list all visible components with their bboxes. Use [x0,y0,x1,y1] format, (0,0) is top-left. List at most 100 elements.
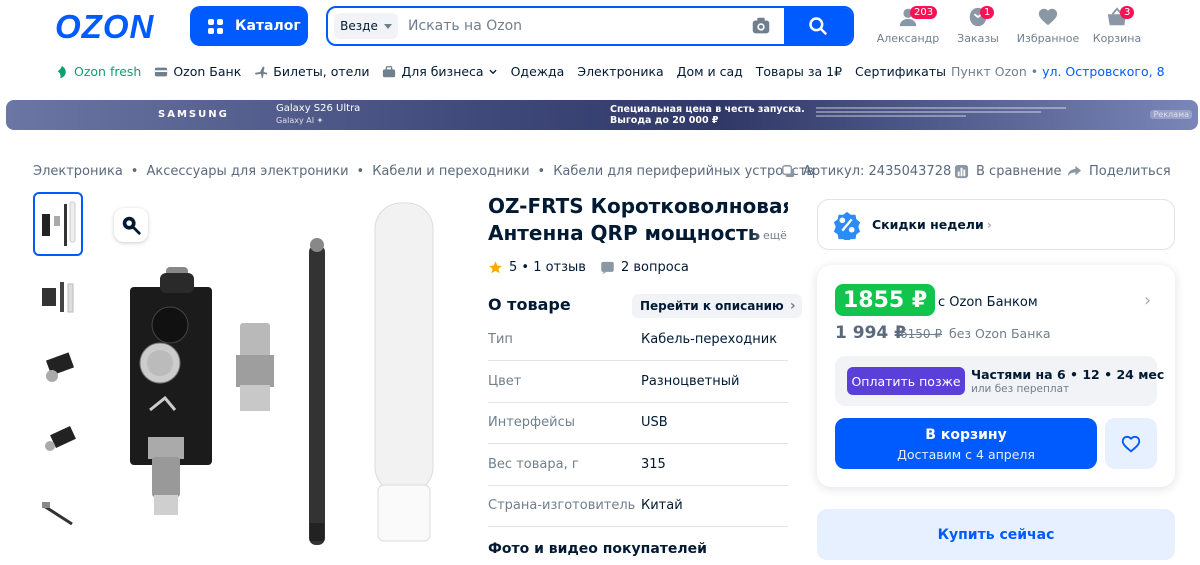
compare-label: В сравнение [976,164,1062,179]
cart-badge: 3 [1120,6,1135,19]
search-bar: Везде [326,6,854,46]
about-heading: О товаре [488,295,571,314]
title-more-link[interactable]: ещё [763,229,787,242]
delivery-date: Доставим с 4 апреля [897,447,1035,462]
image-search-icon [122,216,141,235]
spec-value: USB [641,415,668,430]
nav-item-certificates[interactable]: Сертификаты [855,64,946,79]
ad-banner[interactable]: SAMSUNG Galaxy S26 Ultra Galaxy AI ✦ Спе… [6,100,1198,130]
compare-icon [954,164,969,179]
copy-icon [782,165,795,178]
banner-model-name: Galaxy S26 Ultra [276,103,361,114]
thumbnail[interactable] [33,336,83,400]
breadcrumb-item[interactable]: Аксессуары для электроники [146,164,348,179]
breadcrumb-item[interactable]: Кабели для периферийных устройств [553,164,814,179]
spec-value: Китай [641,498,683,513]
nav-item-clothes[interactable]: Одежда [511,64,565,79]
chevron-down-icon [383,23,392,29]
nav-item-home-garden[interactable]: Дом и сад [677,64,743,79]
search-button[interactable] [784,8,852,44]
spec-value: 315 [641,457,666,472]
nav-item-tickets[interactable]: Билеты, отели [254,64,369,79]
spec-key: Вес товара, г [488,457,579,472]
add-to-favorites-button[interactable] [1105,418,1157,469]
thumbnail[interactable] [33,408,83,472]
share-icon [1067,165,1082,177]
breadcrumb: Электроника • Аксессуары для электроники •… [33,164,815,179]
spec-row: Цвет Разноцветный [488,362,788,403]
spec-row: Страна-изготовитель Китай [488,486,788,527]
pickup-point[interactable]: Пункт Ozon • ул. Островского, 8 [951,64,1165,79]
chevron-right-icon: › [986,217,992,232]
rating-text: 5 • 1 отзыв [509,260,586,275]
ai-search-badge[interactable] [114,208,148,242]
percent-icon [833,211,861,240]
nav-item-electronics[interactable]: Электроника [577,64,663,79]
briefcase-icon [383,65,396,77]
spec-row: Тип Кабель-переходник [488,320,788,361]
heart-icon [1038,8,1058,26]
nav-label: Дом и сад [676,64,743,79]
search-icon [809,17,827,35]
banner-promo-line1: Специальная цена в честь запуска. [610,104,805,115]
search-input[interactable] [398,8,750,44]
nav-item-ozon-bank[interactable]: Ozon Банк [154,64,241,79]
week-discounts-banner[interactable]: Скидки недели › [817,199,1175,250]
pickup-address[interactable]: ул. Островского, 8 [1042,64,1164,79]
breadcrumb-item[interactable]: Электроника [33,164,123,179]
thumbnail[interactable] [33,480,83,544]
thumbnail[interactable] [33,264,83,328]
go-to-description-button[interactable]: Перейти к описанию [632,294,802,318]
spec-value: Разноцветный [641,374,740,389]
cart-link[interactable]: 3 Корзина [1072,6,1162,45]
installments-title: Частями на 6 • 12 • 24 мес [971,367,1165,382]
catalog-button[interactable]: Каталог [190,6,308,46]
banner-fine-print [816,107,1066,117]
top-nav: Ozon fresh Ozon Банк Билеты, отели Для б… [55,64,959,79]
nav-label: Товары за 1₽ [755,64,843,79]
product-main-image[interactable] [100,195,470,565]
compare-button[interactable]: В сравнение [954,164,1062,179]
search-scope-dropdown[interactable]: Везде [334,13,398,39]
favorites-label: Избранное [1016,32,1080,45]
ozon-logo[interactable]: OZON [55,8,154,46]
spec-key: Интерфейсы [488,415,576,430]
spec-value[interactable]: Кабель-переходник [641,332,777,347]
banner-promo: Специальная цена в честь запуска. Выгода… [610,104,805,126]
ad-label: Реклама [1150,110,1192,119]
share-button[interactable]: Поделиться [1067,164,1171,179]
article-number[interactable]: Артикул: 2435043728 [781,164,951,179]
add-to-cart-label: В корзину [925,427,1007,443]
spec-key: Страна-изготовитель [488,498,636,513]
chevron-right-icon[interactable]: › [1144,290,1151,311]
week-discounts-label: Скидки недели [872,217,984,232]
nav-label: Ozon fresh [74,64,142,79]
banner-brand: SAMSUNG [158,109,229,120]
breadcrumb-item[interactable]: Кабели и переходники [372,164,529,179]
pickup-label: Пункт Ozon • [951,64,1039,79]
installments-subtitle: или без переплат [971,383,1070,395]
profile-label: Александр [876,32,940,45]
pay-later-button[interactable]: Оплатить позже [847,367,965,395]
rating-summary[interactable]: 5 • 1 отзыв 2 вопроса [488,260,689,275]
grid-icon [208,18,223,34]
spec-key: Тип [488,332,513,347]
nav-item-business[interactable]: Для бизнеса [382,64,497,79]
add-to-cart-button[interactable]: В корзину Доставим с 4 апреля [835,418,1097,469]
leaf-icon [57,65,66,78]
thumbnail[interactable] [33,192,83,256]
nav-item-one-ruble[interactable]: Товары за 1₽ [756,64,842,79]
card-price: 1855 ₽ [835,284,936,316]
cart-label: Корзина [1092,32,1142,45]
nav-item-ozon-fresh[interactable]: Ozon fresh [55,64,141,79]
nav-label: Для бизнеса [401,64,484,79]
chevron-down-icon [489,69,497,74]
nav-label: Электроника [577,64,664,79]
heart-icon [1121,435,1141,453]
without-card-label: без Ozon Банка [949,326,1051,341]
questions-link[interactable]: 2 вопроса [621,260,689,275]
nav-label: Сертификаты [855,64,946,79]
orders-label: Заказы [957,32,999,45]
camera-icon[interactable] [750,15,772,37]
buy-now-button[interactable]: Купить сейчас [817,509,1175,560]
